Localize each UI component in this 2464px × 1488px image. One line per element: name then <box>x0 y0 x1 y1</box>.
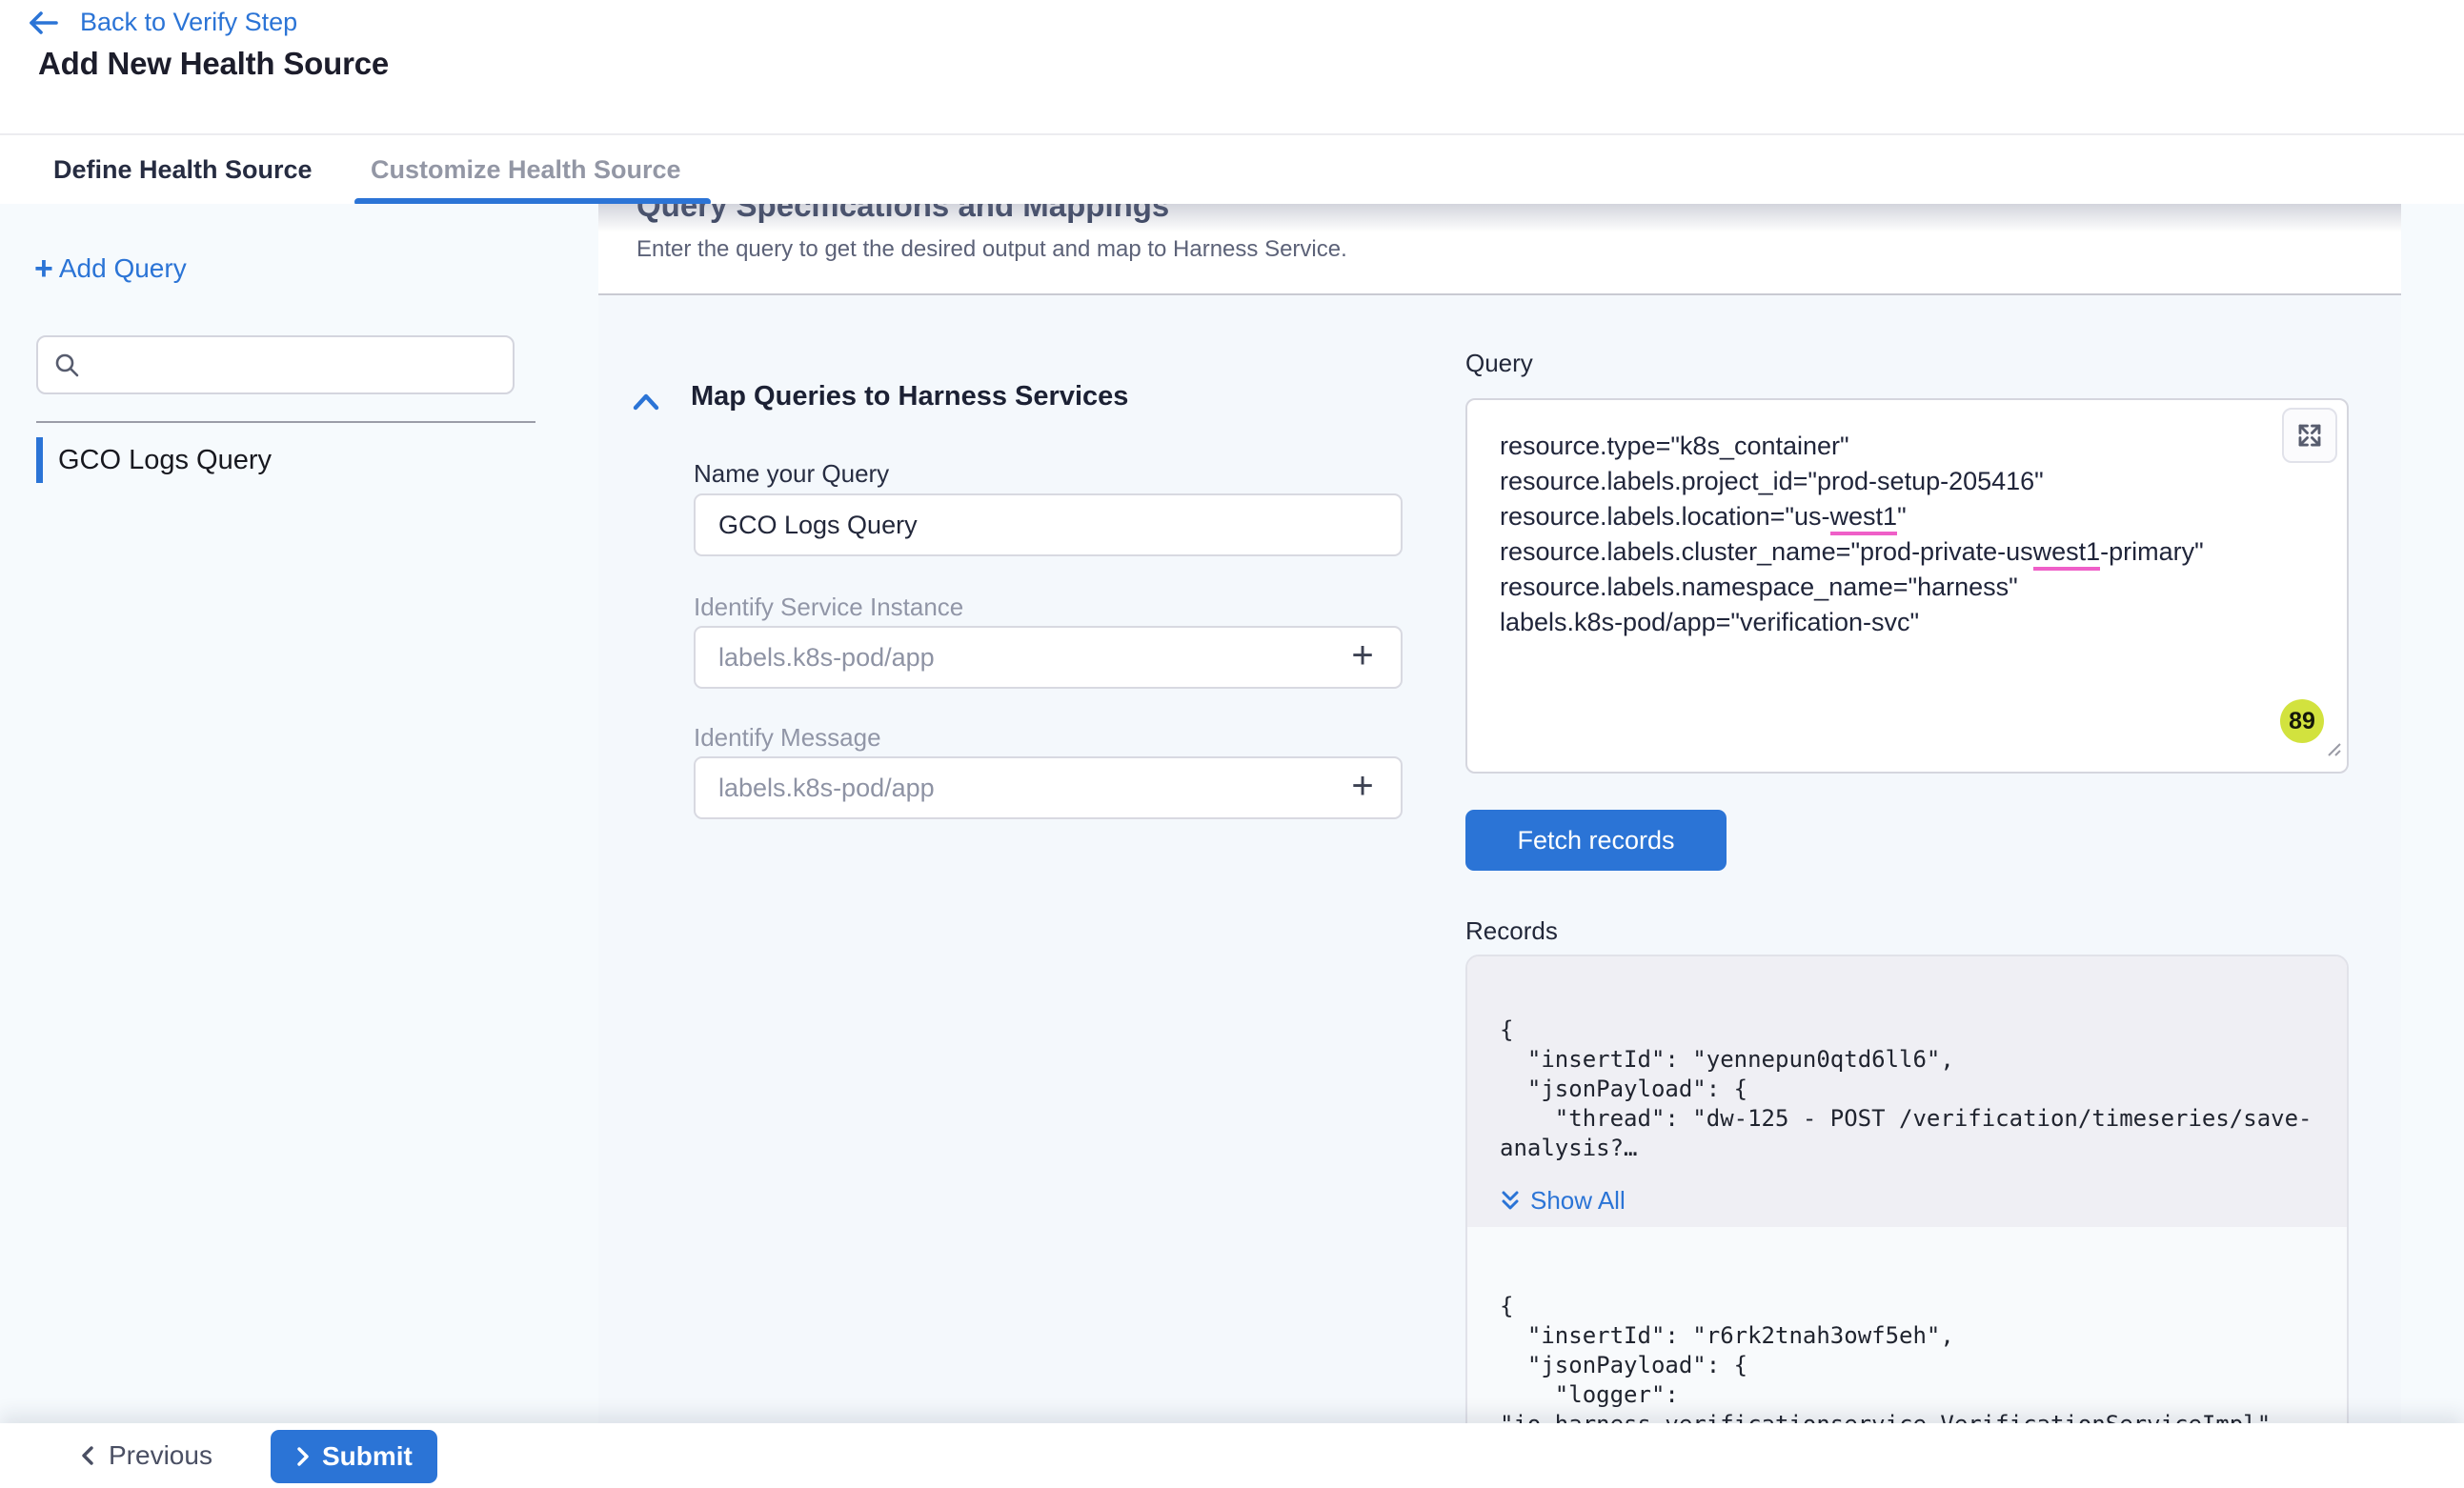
record-item: { "insertId": "r6rk2tnah3owf5eh", "jsonP… <box>1467 1292 2347 1425</box>
map-queries-title: Map Queries to Harness Services <box>691 381 1128 412</box>
page-background-strip <box>2401 204 2464 1423</box>
service-instance-field: + <box>694 626 1403 689</box>
add-query-button[interactable]: + Add Query <box>34 253 187 284</box>
health-source-tabbar: Define Health Source Customize Health So… <box>0 133 2464 204</box>
chevron-up-icon <box>631 391 661 413</box>
submit-button[interactable]: Submit <box>271 1430 437 1483</box>
message-input[interactable] <box>696 758 1401 817</box>
wizard-footer: Previous Submit <box>0 1423 2464 1488</box>
query-name-field <box>694 493 1403 556</box>
identify-service-instance-label: Identify Service Instance <box>694 593 963 622</box>
query-sidebar: + Add Query GCO Logs Query <box>0 204 598 1423</box>
textarea-resize-handle[interactable] <box>2325 732 2342 767</box>
back-link-label: Back to Verify Step <box>80 8 297 37</box>
previous-label: Previous <box>109 1440 212 1471</box>
name-your-query-label: Name your Query <box>694 459 889 489</box>
add-health-source-page: Back to Verify Step Add New Health Sourc… <box>0 0 2464 1488</box>
records-label: Records <box>1465 916 1558 946</box>
sidebar-item-gco-logs-query[interactable]: GCO Logs Query <box>36 436 272 484</box>
add-query-label: Add Query <box>59 253 187 284</box>
query-search-box <box>36 335 515 394</box>
expand-query-button[interactable] <box>2282 408 2337 463</box>
query-mapping-panel: Map Queries to Harness Services Name you… <box>598 295 2401 1423</box>
chevron-left-icon <box>80 1445 95 1466</box>
query-name-input[interactable] <box>696 495 1401 554</box>
sidebar-divider <box>36 421 535 423</box>
record-json-text: { "insertId": "r6rk2tnah3owf5eh", "jsonP… <box>1500 1292 2314 1425</box>
page-header: Back to Verify Step Add New Health Sourc… <box>0 0 2464 133</box>
query-label: Query <box>1465 349 1533 378</box>
grammarly-badge: 89 <box>2280 699 2324 743</box>
page-title: Add New Health Source <box>38 46 389 82</box>
show-all-label: Show All <box>1530 1186 1626 1216</box>
back-arrow-icon <box>27 9 59 37</box>
submit-label: Submit <box>322 1441 413 1472</box>
query-item-label: GCO Logs Query <box>58 445 272 476</box>
resize-grip-icon <box>2325 740 2342 757</box>
record-item: { "insertId": "yennepun0qtd6ll6", "jsonP… <box>1467 956 2347 1227</box>
fullscreen-expand-icon <box>2295 421 2324 450</box>
query-text: resource.type="k8s_container"resource.la… <box>1500 429 2314 640</box>
add-service-instance-icon[interactable]: + <box>1342 635 1383 677</box>
tab-customize-health-source[interactable]: Customize Health Source <box>371 135 681 204</box>
identify-message-label: Identify Message <box>694 723 881 753</box>
chevron-right-icon <box>295 1446 311 1467</box>
section-heading-band: Query Specifications and Mappings Enter … <box>598 204 2401 295</box>
double-chevron-down-icon <box>1500 1190 1521 1213</box>
tab-define-health-source[interactable]: Define Health Source <box>53 135 313 204</box>
search-icon <box>53 352 82 380</box>
add-message-icon[interactable]: + <box>1342 766 1383 808</box>
selected-indicator-bar <box>36 437 43 483</box>
plus-icon: + <box>34 254 53 283</box>
back-to-verify-step-link[interactable]: Back to Verify Step <box>27 8 297 37</box>
previous-button[interactable]: Previous <box>80 1423 212 1488</box>
service-instance-input[interactable] <box>696 628 1401 687</box>
section-subtitle: Enter the query to get the desired outpu… <box>636 236 1347 263</box>
section-title: Query Specifications and Mappings <box>636 204 1169 224</box>
record-json-text: { "insertId": "yennepun0qtd6ll6", "jsonP… <box>1500 1015 2314 1163</box>
collapse-section-button[interactable] <box>631 391 665 419</box>
records-container: { "insertId": "yennepun0qtd6ll6", "jsonP… <box>1465 955 2349 1425</box>
show-all-link[interactable]: Show All <box>1500 1186 1626 1216</box>
message-field: + <box>694 756 1403 819</box>
query-search-input[interactable] <box>93 337 503 392</box>
fetch-records-button[interactable]: Fetch records <box>1465 810 1727 871</box>
query-editor[interactable]: resource.type="k8s_container"resource.la… <box>1465 398 2349 774</box>
